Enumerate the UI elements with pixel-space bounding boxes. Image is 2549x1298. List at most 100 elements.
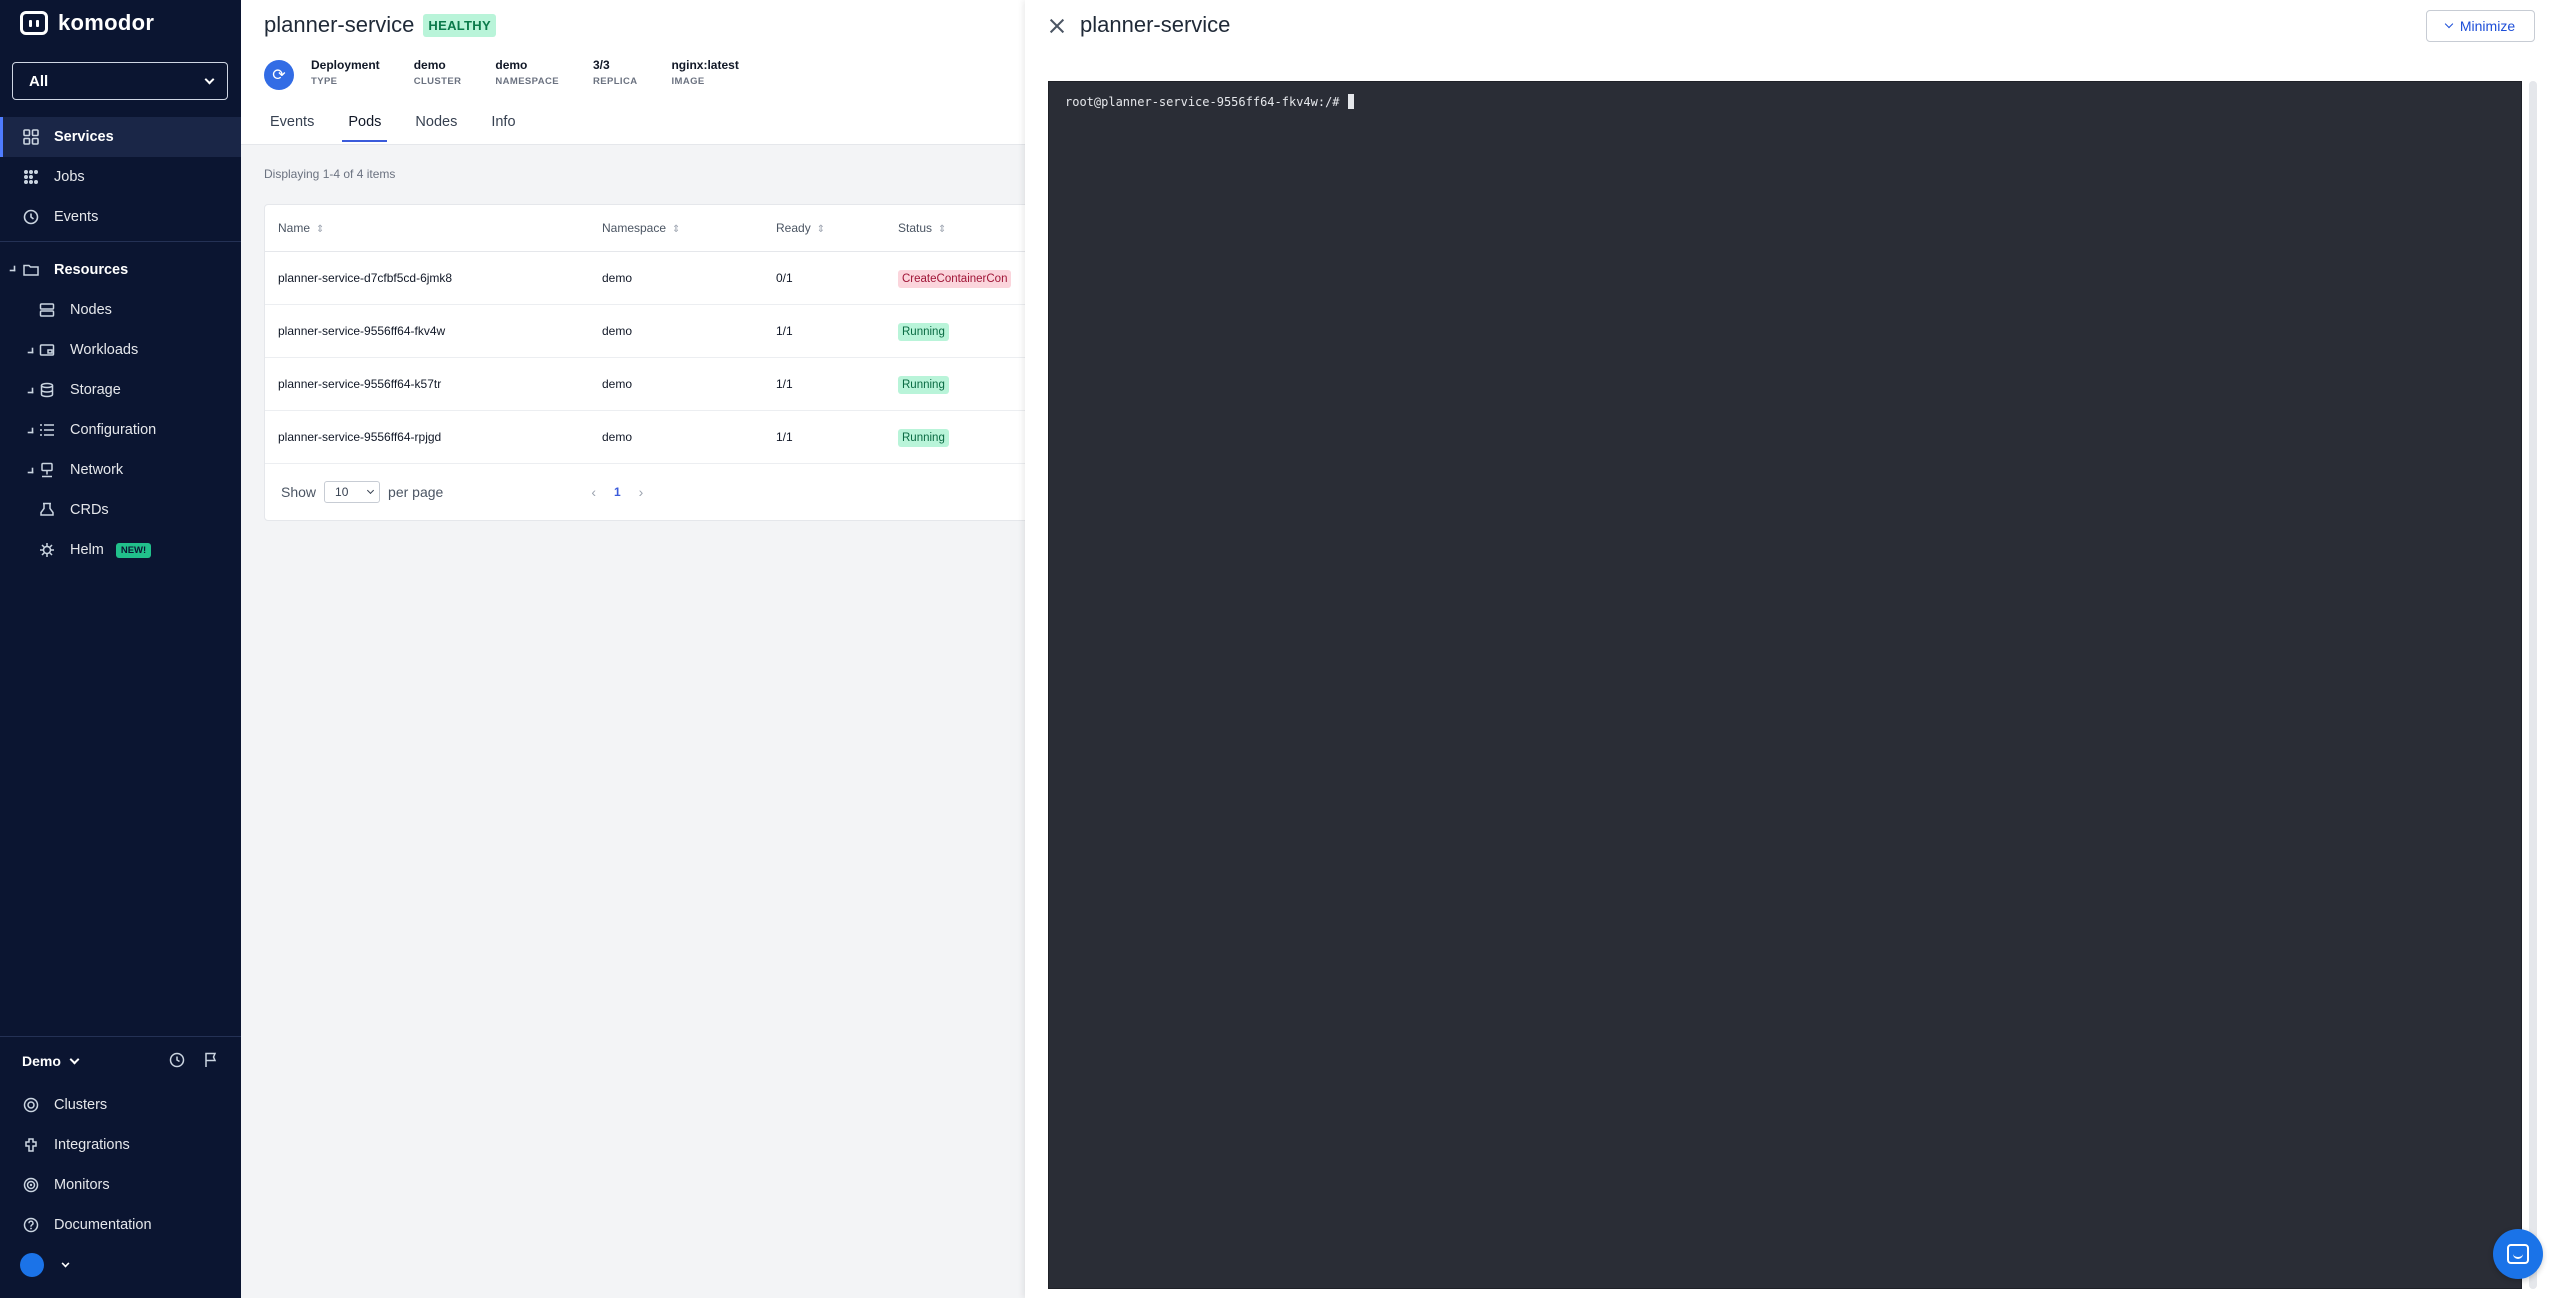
sidebar-item-services[interactable]: Services — [0, 117, 241, 157]
pod-namespace: demo — [602, 430, 633, 444]
sidebar-item-configuration[interactable]: Configuration — [0, 410, 241, 450]
sidebar-item-label: Monitors — [54, 1177, 110, 1193]
sidebar: komodor All Services Jobs Events Resourc… — [0, 0, 241, 1298]
sidebar-item-label: Storage — [70, 382, 121, 398]
new-badge: NEW! — [115, 542, 152, 558]
chevron-down-icon — [2444, 19, 2454, 29]
chat-button[interactable] — [2493, 1229, 2543, 1279]
terminal[interactable]: root@planner-service-9556ff64-fkv4w:/# — [1048, 81, 2522, 1289]
sidebar-item-resources[interactable]: Resources — [0, 250, 241, 290]
sidebar-nav: Services Jobs Events Resources Nodes Wor… — [0, 117, 241, 570]
integrations-icon — [22, 1136, 40, 1154]
per-page-label: per page — [388, 484, 444, 500]
table-row[interactable]: planner-service-9556ff64-k57tr demo 1/1 … — [265, 358, 1043, 411]
sidebar-item-workloads[interactable]: Workloads — [0, 330, 241, 370]
grid-icon — [22, 128, 40, 146]
status-badge: HEALTHY — [423, 13, 496, 37]
table-header: Name ⇕ Namespace ⇕ Ready ⇕ Status ⇕ — [265, 205, 1043, 252]
logo-text: komodor — [58, 10, 155, 35]
per-page-select[interactable]: 10 — [324, 481, 381, 503]
sidebar-item-label: Network — [70, 462, 124, 478]
meta-type: Deployment TYPE — [311, 58, 380, 87]
sidebar-item-clusters[interactable]: Clusters — [0, 1085, 241, 1125]
close-icon[interactable] — [1047, 16, 1067, 36]
status-badge: Running — [898, 376, 949, 394]
column-header-namespace[interactable]: Namespace ⇕ — [602, 221, 776, 235]
tab-info[interactable]: Info — [485, 110, 521, 142]
service-header: planner-service HEALTHY ⟳ Deployment TYP… — [241, 0, 1025, 145]
sort-icon: ⇕ — [672, 224, 681, 235]
prev-page-icon[interactable]: ‹ — [591, 484, 596, 500]
status-badge: Running — [898, 323, 949, 341]
items-count: Displaying 1-4 of 4 items — [264, 167, 396, 181]
sidebar-item-label: Resources — [54, 262, 129, 278]
helm-icon — [38, 541, 56, 559]
terminal-drawer: planner-service Minimize root@planner-se… — [1025, 0, 2549, 1298]
sidebar-item-integrations[interactable]: Integrations — [0, 1125, 241, 1165]
sidebar-item-jobs[interactable]: Jobs — [0, 157, 241, 197]
table-row[interactable]: planner-service-9556ff64-rpjgd demo 1/1 … — [265, 411, 1043, 464]
sort-icon: ⇕ — [316, 224, 325, 235]
pod-ready: 1/1 — [776, 324, 793, 338]
sidebar-item-crds[interactable]: CRDs — [0, 490, 241, 530]
sidebar-item-label: Integrations — [54, 1137, 130, 1153]
column-header-name[interactable]: Name ⇕ — [265, 221, 602, 235]
sidebar-item-helm[interactable]: Helm NEW! — [0, 530, 241, 570]
account-row: Demo — [0, 1037, 241, 1085]
tab-pods[interactable]: Pods — [342, 110, 388, 142]
table-row[interactable]: planner-service-d7cfbf5cd-6jmk8 demo 0/1… — [265, 252, 1043, 305]
pod-ready: 0/1 — [776, 271, 793, 285]
app-logo[interactable]: komodor — [20, 10, 154, 36]
sidebar-item-events[interactable]: Events — [0, 197, 241, 237]
sidebar-item-storage[interactable]: Storage — [0, 370, 241, 410]
per-page-value: 10 — [335, 485, 349, 499]
sidebar-item-network[interactable]: Network — [0, 450, 241, 490]
komodor-logo-icon — [20, 11, 48, 35]
folder-icon — [22, 261, 40, 279]
next-page-icon[interactable]: › — [639, 484, 644, 500]
sort-icon: ⇕ — [816, 224, 826, 235]
table-row[interactable]: planner-service-9556ff64-fkv4w demo 1/1 … — [265, 305, 1043, 358]
service-tabs: Events Pods Nodes Info — [264, 110, 522, 142]
sidebar-item-nodes[interactable]: Nodes — [0, 290, 241, 330]
sidebar-bottom: Demo Clusters Integrations Monitors Docu… — [0, 1036, 241, 1285]
meta-label: REPLICA — [592, 76, 638, 87]
sidebar-item-documentation[interactable]: Documentation — [0, 1205, 241, 1245]
sort-icon: ⇕ — [938, 224, 947, 235]
meta-label: CLUSTER — [413, 76, 462, 87]
flag-icon[interactable] — [203, 1052, 219, 1071]
chevron-down-icon — [69, 1054, 80, 1064]
user-menu[interactable] — [0, 1245, 241, 1285]
sidebar-item-label: Jobs — [54, 169, 85, 185]
page-number[interactable]: 1 — [614, 485, 621, 499]
drawer-title: planner-service — [1080, 12, 1231, 37]
page-nav: ‹ 1 › — [591, 484, 643, 500]
database-icon — [38, 381, 56, 399]
meta-cluster: demo CLUSTER — [414, 58, 462, 87]
tab-events[interactable]: Events — [264, 110, 320, 142]
sidebar-item-label: Events — [54, 209, 99, 225]
scrollbar[interactable] — [2529, 81, 2537, 1289]
chat-icon — [2507, 1244, 2529, 1264]
column-header-status[interactable]: Status ⇕ — [898, 221, 1043, 235]
history-icon[interactable] — [169, 1052, 185, 1071]
chevron-right-icon — [27, 387, 34, 393]
minimize-button[interactable]: Minimize — [2426, 10, 2535, 42]
sidebar-item-label: Clusters — [54, 1097, 108, 1113]
sidebar-item-monitors[interactable]: Monitors — [0, 1165, 241, 1205]
tab-nodes[interactable]: Nodes — [409, 110, 463, 142]
meta-image: nginx:latest IMAGE — [671, 58, 738, 87]
jobs-icon — [22, 168, 40, 186]
workloads-icon — [38, 341, 56, 359]
terminal-cursor — [1347, 94, 1354, 109]
cluster-select-value: All — [29, 72, 49, 90]
target-icon — [22, 1176, 40, 1194]
meta-label: NAMESPACE — [495, 76, 559, 87]
account-select[interactable]: Demo — [22, 1053, 80, 1069]
cluster-select[interactable]: All — [12, 62, 228, 100]
show-label: Show — [281, 484, 317, 500]
column-header-ready[interactable]: Ready ⇕ — [776, 221, 898, 235]
meta-replica: 3/3 REPLICA — [593, 58, 638, 87]
meta-value: demo — [495, 58, 528, 72]
page-title: planner-service HEALTHY — [264, 12, 496, 38]
